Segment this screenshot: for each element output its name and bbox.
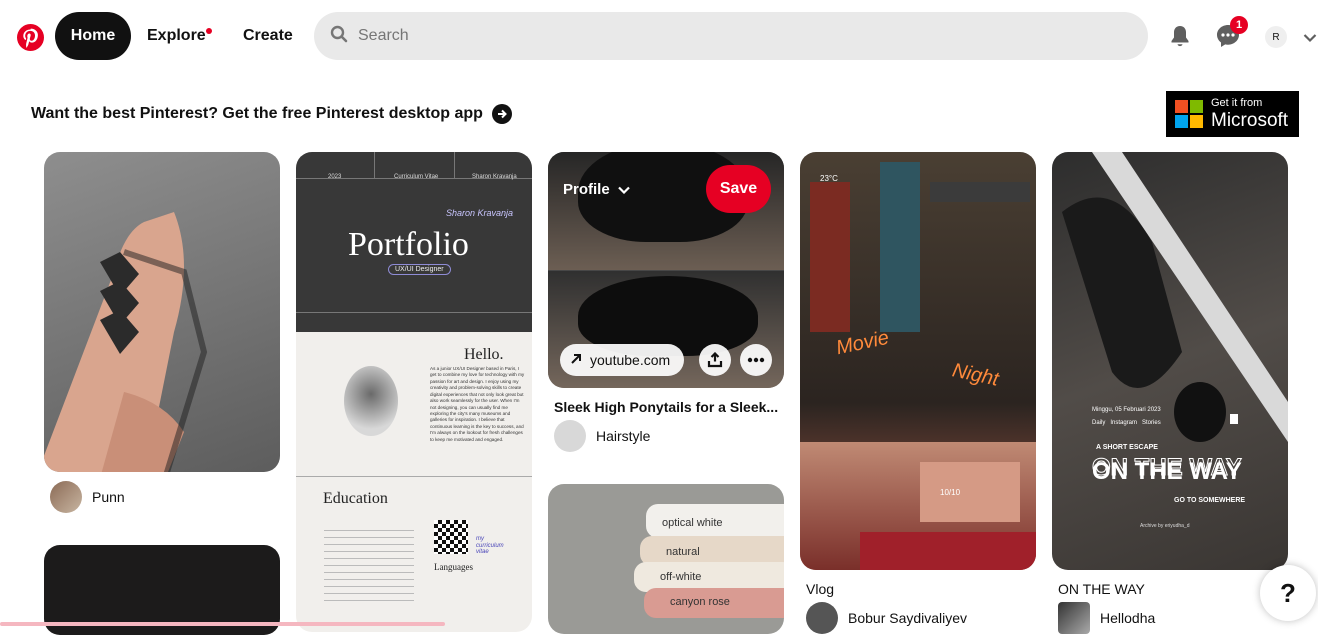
vlog-counter: 10/10 [940,488,961,497]
ontheway-archive: Archive by eriyudha_d [1140,523,1190,529]
portfolio-bio: As a junior UX/UI Designer based in Pari… [430,366,525,442]
pin-user-name: Hairstyle [596,428,651,444]
portfolio-header-year: 2023 [328,174,342,180]
pin-tattoo-user[interactable]: Punn [50,481,125,513]
ontheway-sub: GO TO SOMEWHERE [1174,497,1246,504]
search-bar[interactable] [314,12,1148,60]
towel-label-4: canyon rose [670,596,730,608]
user-avatar [50,481,82,513]
pin-user-name: Bobur Saydivaliyev [848,610,968,626]
ms-badge-line2: Microsoft [1211,110,1289,131]
portfolio-title: Portfolio [348,226,469,263]
pin-user-name: Hellodha [1100,610,1156,626]
page-load-progress-bar [0,622,445,626]
share-icon[interactable] [699,344,731,376]
portfolio-role: UX/UI Designer [388,264,451,275]
save-button[interactable]: Save [706,165,771,213]
portfolio-header-name: Sharon Kravanja [472,174,517,180]
user-avatar[interactable]: R [1265,26,1287,48]
ontheway-tabs: Daily Instagram Stories [1092,420,1161,426]
search-icon [330,25,348,48]
pin-vlog-user[interactable]: Bobur Saydivaliyev [806,602,967,634]
vlog-night-text: Night [950,359,1001,391]
notifications-bell-icon[interactable] [1164,20,1196,52]
pin-source-link[interactable]: youtube.com [560,344,684,376]
pin-haircut-user[interactable]: Hairstyle [554,420,650,452]
portfolio-curriculum-note: my curriculum vitae [476,536,504,556]
pin-source-label: youtube.com [590,352,671,368]
ms-badge-line1: Get it from [1211,97,1263,109]
messages-count-badge: 1 [1230,16,1248,34]
pin-ontheway-image[interactable]: Minggu, 05 Februari 2023 Daily Instagram… [1052,152,1288,570]
arrow-up-right-icon [570,352,582,368]
help-button[interactable]: ? [1260,565,1316,621]
board-label: Profile [563,180,610,198]
portfolio-photo [344,366,398,436]
pin-ontheway-title[interactable]: ON THE WAY [1058,581,1145,597]
pin-vlog-title[interactable]: Vlog [806,581,834,597]
board-select-dropdown[interactable]: Profile [563,178,630,200]
bookmark-icon [1230,414,1238,424]
search-input[interactable] [358,27,1118,45]
ontheway-headline: ON THE WAY [1092,458,1242,485]
pin-user-name: Punn [92,489,125,505]
chevron-down-icon [617,181,630,198]
microsoft-logo-icon [1175,100,1203,128]
nav-explore-button[interactable]: Explore [147,12,206,60]
ontheway-escape: A SHORT ESCAPE [1096,444,1158,451]
nav-home-button[interactable]: Home [55,12,131,60]
arrow-right-icon[interactable] [491,104,512,124]
portfolio-hello: Hello. [464,346,504,363]
chevron-down-icon[interactable] [1303,30,1317,48]
user-avatar [806,602,838,634]
portfolio-education: Education [323,490,388,507]
vlog-temperature: 23°C [820,174,838,183]
explore-notification-dot [206,28,212,34]
more-options-icon[interactable] [740,344,772,376]
towel-label-3: off-white [660,571,702,583]
pin-portfolio-image[interactable]: 2023 Curriculum Vitae Sharon Kravanja Sh… [296,152,532,632]
pin-vlog-image[interactable]: 23°C Movie Night 10/10 [800,152,1036,570]
microsoft-store-badge[interactable]: Get it from Microsoft [1166,91,1299,137]
pinterest-logo-icon[interactable] [17,24,44,51]
pin-ontheway-user[interactable]: Hellodha [1058,602,1155,634]
portfolio-header-label: Curriculum Vitae [394,174,439,180]
user-avatar [554,420,586,452]
top-navigation-bar: Home Explore Create 1 R [0,0,1318,74]
pin-haircut-title[interactable]: Sleek High Ponytails for a Sleek... [554,399,778,415]
promo-text: Want the best Pinterest? Get the free Pi… [31,105,483,122]
portfolio-signature: Sharon Kravanja [446,208,514,218]
user-avatar [1058,602,1090,634]
pin-tattoo-image[interactable] [44,152,280,472]
pin-towels-image[interactable]: optical white natural off-white canyon r… [548,484,784,634]
desktop-app-promo[interactable]: Want the best Pinterest? Get the free Pi… [31,104,512,124]
portfolio-languages: Languages [434,562,473,572]
towel-label-1: optical white [662,517,723,529]
nav-create-button[interactable]: Create [243,12,293,60]
ontheway-date: Minggu, 05 Februari 2023 [1092,407,1161,413]
qr-code-icon [434,520,468,554]
towel-label-2: natural [666,546,700,558]
